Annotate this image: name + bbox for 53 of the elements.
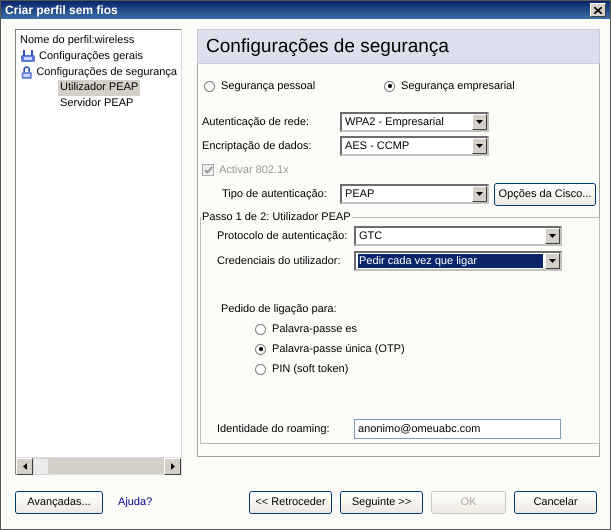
radio-button[interactable] — [255, 324, 266, 335]
radio-button[interactable] — [384, 80, 395, 92]
radio-label: Palavra-passe es — [272, 323, 357, 336]
dialog-button[interactable]: << Retroceder — [249, 490, 332, 514]
caret-icon — [549, 258, 556, 263]
group-title: Passo 1 de 2: Utilizador PEAP — [201, 211, 352, 224]
radio-button[interactable] — [255, 364, 266, 375]
dialog-button[interactable]: Cancelar — [514, 490, 597, 514]
help-link[interactable]: Ajuda? — [118, 496, 152, 508]
checkbox-label: Activar 802.1x — [219, 164, 289, 176]
window-title: Criar perfil sem fios — [5, 3, 118, 18]
scroll-left-button[interactable] — [16, 458, 33, 476]
radio-label: Palavra-passe única (OTP) — [272, 343, 405, 356]
caret-icon — [549, 234, 556, 238]
tree-item[interactable]: Nome do perfil:wireless — [20, 34, 134, 46]
field-label: Credenciais do utilizador: — [217, 254, 342, 267]
tree-item[interactable]: Configurações de segurança — [36, 66, 177, 78]
caret-icon — [476, 120, 483, 124]
network-icon — [20, 49, 36, 64]
dialog-button[interactable]: Seguinte >> — [340, 490, 423, 514]
tree-item[interactable]: Servidor PEAP — [58, 96, 136, 112]
radio-label: Segurança pessoal — [221, 80, 316, 92]
left-arrow-icon — [22, 463, 26, 470]
field-label: Tipo de autenticação: — [222, 188, 328, 200]
radio-label: PIN (soft token) — [272, 363, 348, 376]
prompt-label: Pedido de ligação para: — [221, 303, 337, 316]
field-label: Autenticação de rede: — [202, 116, 310, 128]
tree-item[interactable]: Configurações gerais — [39, 50, 143, 62]
right-arrow-icon — [170, 463, 174, 470]
scrollbar-thumb[interactable] — [33, 458, 49, 476]
credentials-dropdown[interactable]: Pedir cada vez que ligar — [354, 250, 562, 271]
field-label: Protocolo de autenticação: — [217, 230, 348, 242]
caret-icon — [476, 144, 483, 148]
encryption-dropdown[interactable]: AES - CCMP — [340, 136, 489, 156]
radio-button[interactable] — [255, 344, 266, 355]
close-icon — [594, 6, 602, 14]
radio-label: Segurança empresarial — [401, 80, 515, 92]
caret-icon — [476, 192, 483, 196]
network-auth-dropdown[interactable]: WPA2 - Empresarial — [340, 112, 489, 132]
horizontal-scrollbar[interactable] — [16, 457, 181, 474]
lock-icon — [20, 64, 34, 80]
scroll-right-button[interactable] — [164, 458, 181, 476]
auth-type-dropdown[interactable]: PEAP — [340, 184, 489, 204]
section-header: Configurações de segurança — [197, 29, 600, 64]
roaming-identity-field[interactable]: anonimo@omeuabc.com — [354, 419, 561, 440]
close-button[interactable] — [590, 3, 606, 18]
cisco-options-button[interactable]: Opções da Cisco... — [494, 182, 596, 206]
tree-item[interactable]: Utilizador PEAP — [58, 80, 140, 96]
radio-button[interactable] — [204, 80, 215, 92]
field-label: Identidade do roaming: — [217, 423, 331, 436]
protocol-dropdown[interactable]: GTC — [354, 226, 562, 246]
field-label: Encriptação de dados: — [202, 140, 312, 152]
advanced-button[interactable]: Avançadas... — [15, 490, 103, 514]
